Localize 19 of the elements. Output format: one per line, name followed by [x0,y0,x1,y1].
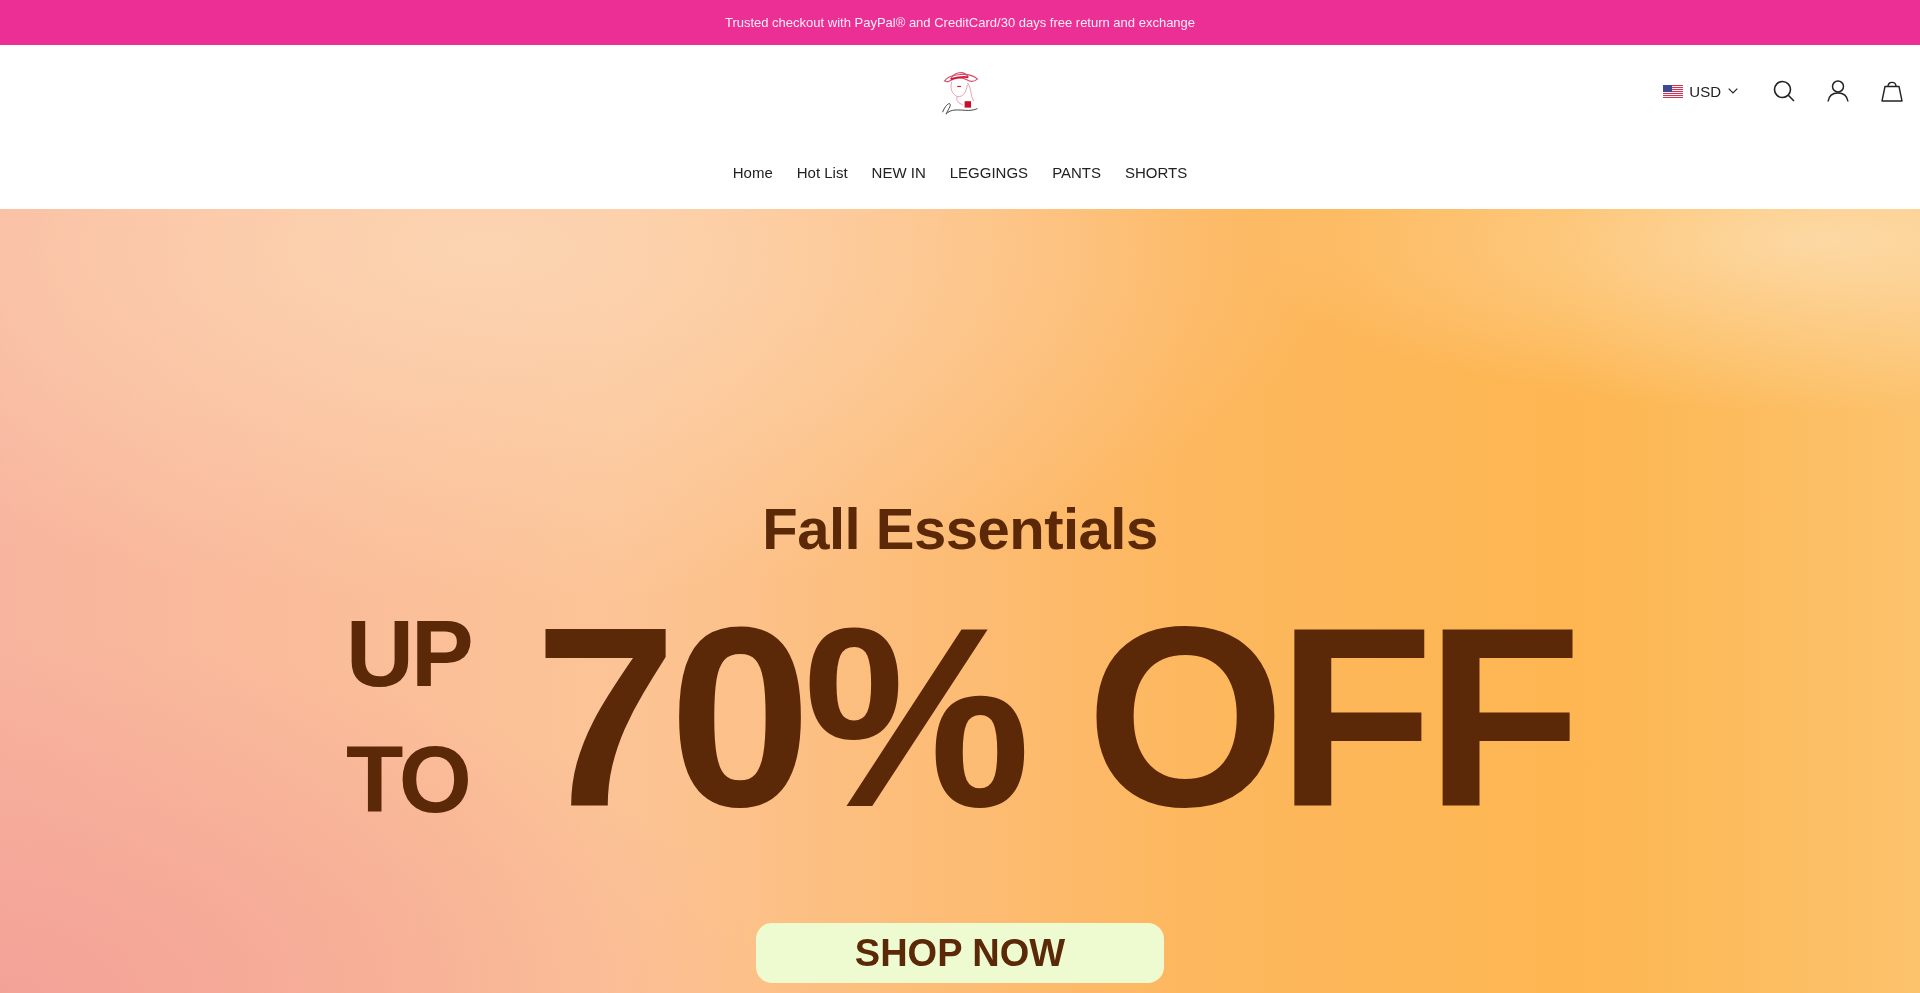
nav-link[interactable]: NEW IN [871,164,926,181]
search-icon[interactable] [1773,80,1795,102]
us-flag-icon [1663,84,1684,98]
nav-link[interactable]: LEGGINGS [949,164,1029,181]
hero-prefix-text: UP [346,600,471,708]
nav-link[interactable]: Home [732,164,773,181]
nav-link[interactable]: Hot List [796,164,848,181]
user-account-icon[interactable] [1827,80,1849,102]
chevron-down-icon [1728,88,1738,94]
currency-label: USD [1689,82,1721,100]
shopping-bag-icon[interactable] [1881,80,1903,102]
currency-selector[interactable]: USD [1663,82,1738,100]
nav-link[interactable]: SHORTS [1125,164,1188,181]
hero-headline: 70% OFF [534,594,1574,840]
announcement-text: Trusted checkout with PayPal® and CreditCard/30 days free return and exchange [724,15,1196,30]
hero-prefix-text: TO [346,726,470,834]
hero-subtitle: Fall Essentials [762,495,1158,563]
shop-now-button[interactable]: SHOP NOW [756,923,1164,983]
nav-link[interactable]: PANTS [1052,164,1102,181]
